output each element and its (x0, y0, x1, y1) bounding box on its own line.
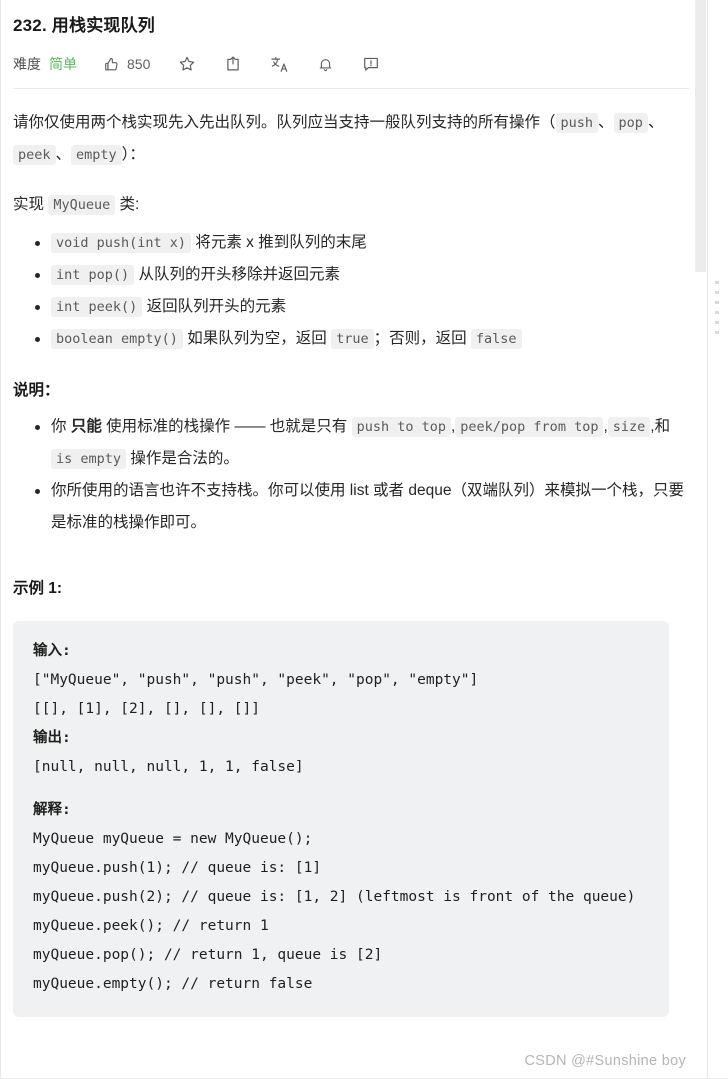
example-code-text: 输入: ["MyQueue", "push", "push", "peek", … (33, 637, 649, 999)
intro-sep-1: 、 (598, 114, 614, 131)
note1-b: 使用标准的栈操作 —— 也就是只有 (101, 418, 352, 435)
grip-dot (715, 291, 719, 294)
explain-line-5: myQueue.pop(); // return 1, queue is [2] (33, 947, 383, 963)
inline-code-empty: empty (71, 145, 122, 165)
star-icon (178, 55, 196, 73)
explain-line-4: myQueue.peek(); // return 1 (33, 918, 269, 934)
method-signature-peek: int peek() (51, 297, 143, 317)
note1-f: 操作是合法的。 (126, 450, 239, 467)
like-button[interactable]: 850 (103, 56, 150, 73)
share-button[interactable] (224, 55, 242, 73)
example-heading: 示例 1: (13, 580, 63, 597)
watermark: CSDN @#Sunshine boy (524, 1053, 686, 1069)
note2-text: 你所使用的语言也许不支持栈。你可以使用 list 或者 deque（双端队列）来… (51, 482, 684, 531)
explain-line-1: MyQueue myQueue = new MyQueue(); (33, 831, 313, 847)
inline-code-myqueue: MyQueue (48, 195, 116, 215)
inline-code-peek-pop-from-top: peek/pop from top (455, 417, 604, 437)
gutter-divider (707, 0, 708, 1079)
vertical-scrollbar-track[interactable] (695, 0, 706, 1079)
right-gutter (695, 0, 728, 1079)
note1-e: ,和 (650, 418, 671, 435)
input-label: 输入: (33, 643, 71, 659)
difficulty-value: 简单 (49, 56, 77, 72)
inline-code-push: push (555, 113, 599, 133)
problem-content: 232. 用栈实现队列 难度 简单 850 请你仅使用两个栈实现先入先出队列。队… (1, 0, 696, 1079)
header-divider (13, 88, 689, 89)
inline-code-size: size (607, 417, 651, 437)
grip-dot (715, 331, 719, 334)
method-desc-peek: 返回队列开头的元素 (146, 298, 287, 315)
intro-sep-2: 、 (647, 114, 664, 131)
implement-paragraph: 实现 MyQueue 类: (13, 189, 684, 221)
inline-code-push-to-top: push to top (351, 417, 451, 437)
list-item: int pop() 从队列的开头移除并返回元素 (35, 259, 684, 291)
notification-button[interactable] (317, 56, 334, 73)
translate-button[interactable] (270, 55, 289, 74)
output-label: 输出: (33, 730, 71, 746)
explain-line-6: myQueue.empty(); // return false (33, 976, 313, 992)
page-title: 232. 用栈实现队列 (13, 16, 156, 35)
problem-page: 232. 用栈实现队列 难度 简单 850 请你仅使用两个栈实现先入先出队列。队… (0, 0, 728, 1079)
explain-line-3: myQueue.push(2); // queue is: [1, 2] (le… (33, 889, 636, 905)
method-desc-empty-a: 如果队列为空，返回 (187, 330, 327, 347)
method-signature-empty: boolean empty() (51, 329, 183, 349)
intro-sep-3: 、 (55, 146, 72, 163)
inline-code-true: true (331, 329, 374, 349)
method-desc-empty-b: ；否则，返回 (373, 330, 467, 347)
method-signature-pop: int pop() (51, 265, 135, 285)
inline-code-pop: pop (613, 113, 648, 133)
input-line-1: ["MyQueue", "push", "push", "peek", "pop… (33, 672, 479, 688)
code-spacer (33, 782, 649, 796)
intro-text-b: ）： (121, 146, 145, 163)
feedback-button[interactable] (362, 55, 380, 73)
translate-icon (270, 55, 289, 74)
difficulty-label: 难度 (13, 56, 41, 72)
bell-icon (317, 56, 334, 73)
grip-dot (715, 311, 719, 314)
note1-a: 你 (51, 418, 71, 435)
list-item: int peek() 返回队列开头的元素 (35, 291, 684, 323)
inline-code-peek: peek (13, 145, 56, 165)
note1-strong: 只能 (70, 418, 102, 435)
implement-prefix: 实现 (13, 196, 45, 213)
grip-dot (715, 321, 719, 324)
example-code-block: 输入: ["MyQueue", "push", "push", "peek", … (13, 621, 669, 1017)
method-desc-pop: 从队列的开头移除并返回元素 (138, 266, 340, 283)
input-line-2: [[], [1], [2], [], [], []] (33, 701, 260, 717)
explain-label: 解释: (33, 802, 71, 818)
explain-line-2: myQueue.push(1); // queue is: [1] (33, 860, 322, 876)
inline-code-false: false (470, 329, 522, 349)
intro-paragraph: 请你仅使用两个栈实现先入先出队列。队列应当支持一般队列支持的所有操作（ push、… (13, 107, 684, 171)
list-item: 你 只能 使用标准的栈操作 —— 也就是只有 push to top, peek/… (35, 411, 684, 475)
like-count: 850 (127, 56, 151, 72)
implement-suffix: 类: (119, 196, 140, 213)
notes-heading: 说明： (13, 382, 60, 399)
grip-dot (715, 281, 719, 284)
favorite-button[interactable] (178, 55, 196, 73)
inline-code-is-empty: is empty (51, 449, 127, 469)
grip-dot (715, 301, 719, 304)
notes-list: 你 只能 使用标准的栈操作 —— 也就是只有 push to top, peek/… (13, 411, 684, 539)
intro-text-a: 请你仅使用两个栈实现先入先出队列。队列应当支持一般队列支持的所有操作（ (13, 114, 556, 131)
feedback-icon (362, 55, 380, 73)
problem-toolbar: 难度 简单 850 (13, 44, 684, 84)
method-signature-push: void push(int x) (51, 233, 192, 253)
method-desc-push: 将元素 x 推到队列的末尾 (195, 234, 367, 251)
panel-resize-grip[interactable] (715, 281, 719, 341)
vertical-scrollbar-thumb[interactable] (695, 0, 706, 272)
share-icon (224, 55, 242, 73)
method-list: void push(int x) 将元素 x 推到队列的末尾 int pop()… (13, 227, 684, 355)
output-line: [null, null, null, 1, 1, false] (33, 759, 304, 775)
list-item: boolean empty() 如果队列为空，返回 true ；否则，返回 fal… (35, 323, 684, 355)
list-item: void push(int x) 将元素 x 推到队列的末尾 (35, 227, 684, 259)
thumbs-up-icon (103, 56, 120, 73)
list-item: 你所使用的语言也许不支持栈。你可以使用 list 或者 deque（双端队列）来… (35, 475, 684, 539)
